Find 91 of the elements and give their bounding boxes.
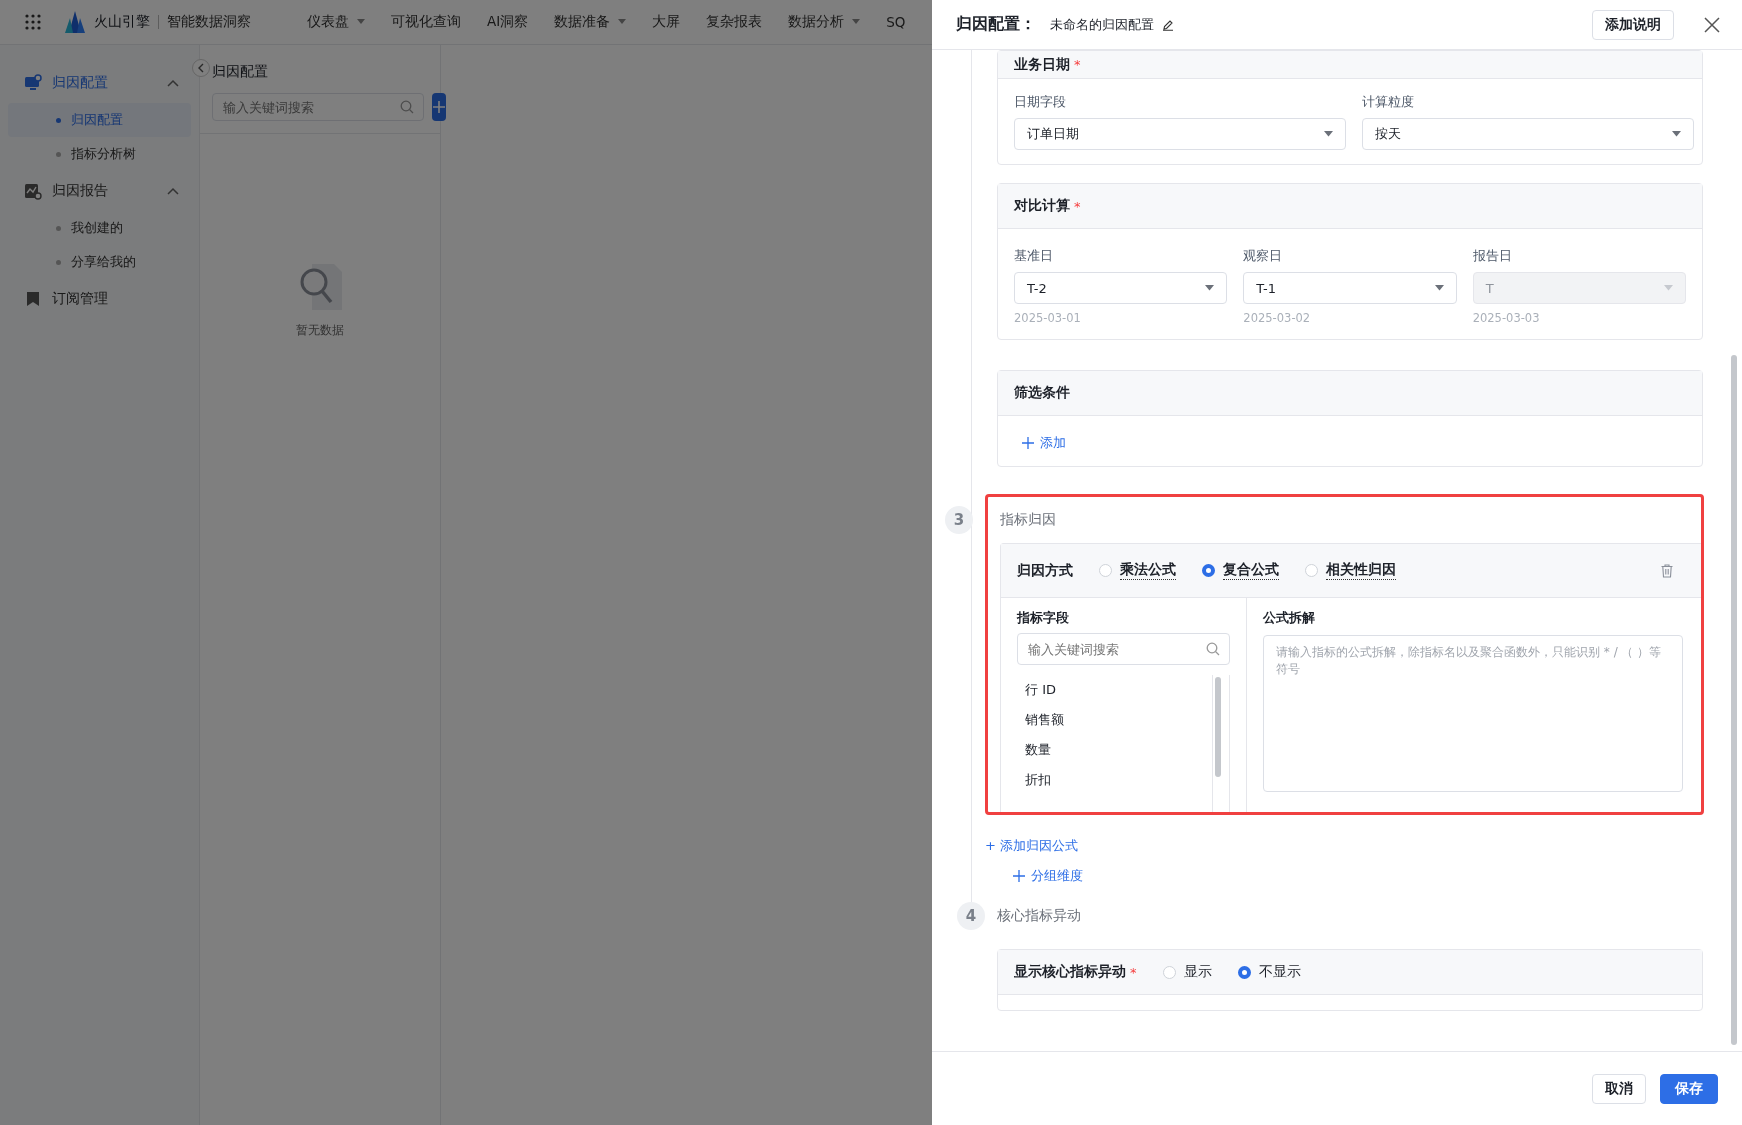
select-field: T: [1472, 272, 1686, 304]
radio-button[interactable]: [1202, 564, 1215, 577]
sidebar-group[interactable]: 订阅管理: [0, 279, 199, 319]
field-label: 基准日: [1014, 247, 1054, 265]
add-note-button[interactable]: 添加说明: [1592, 9, 1674, 40]
field-list-item[interactable]: 折扣: [1017, 765, 1212, 795]
nav-menu-item[interactable]: 数据准备: [554, 13, 627, 31]
card-title: 显示核心指标异动: [1014, 963, 1126, 981]
method-label: 归因方式: [1017, 561, 1073, 580]
column-title: 公式拆解: [1263, 610, 1316, 627]
step-title: 指标归因: [1000, 511, 1056, 529]
step-number: 4: [957, 902, 985, 930]
required-mark: *: [1074, 57, 1081, 72]
monitor-icon: [24, 74, 42, 92]
formula-input[interactable]: 请输入指标的公式拆解，除指标名以及聚合函数外，只能识别 * / （ ）等符号: [1263, 635, 1683, 792]
field-list-item[interactable]: 数量: [1017, 735, 1212, 765]
caret-icon: [1672, 131, 1681, 137]
date-hint: 2025-03-02: [1243, 311, 1312, 325]
config-name: 未命名的归因配置: [1050, 15, 1154, 34]
step-number: 3: [945, 506, 973, 534]
card-title: 对比计算: [1014, 197, 1070, 215]
drawer-title: 归因配置：: [956, 14, 1036, 35]
select-field[interactable]: 订单日期: [1014, 118, 1346, 150]
search-field[interactable]: 输入关键词搜索: [1017, 633, 1230, 665]
report-icon: [24, 182, 42, 200]
card-title: 筛选条件: [1014, 384, 1070, 402]
plus-icon: [1022, 437, 1034, 449]
logo-icon: [64, 10, 86, 34]
search-icon: [1206, 642, 1220, 656]
radio-label[interactable]: 相关性归因: [1326, 561, 1396, 580]
cancel-button[interactable]: 取消: [1592, 1073, 1646, 1104]
radio-label[interactable]: 不显示: [1258, 963, 1301, 981]
nav-menu-item[interactable]: 仪表盘: [307, 13, 365, 31]
select-field[interactable]: 按天: [1362, 118, 1694, 150]
date-hint: 2025-03-01: [1014, 311, 1082, 325]
chevron-icon: [197, 63, 205, 73]
column-title: 指标字段: [1017, 610, 1070, 627]
nav-menu-item[interactable]: 复杂报表: [706, 13, 763, 31]
add-button[interactable]: [432, 93, 446, 121]
caret-icon: [357, 19, 365, 25]
trash-icon[interactable]: [1661, 563, 1673, 578]
field-label: 报告日: [1472, 247, 1513, 265]
caret-icon: [1205, 285, 1215, 291]
required-mark: *: [1130, 964, 1137, 980]
select-field[interactable]: T-1: [1243, 272, 1457, 304]
sidebar-item[interactable]: 我创建的: [8, 211, 191, 245]
search-field[interactable]: 输入关键词搜索: [212, 93, 424, 121]
step-title: 核心指标异动: [997, 907, 1081, 925]
nav-menu-item[interactable]: 大屏: [652, 13, 681, 31]
radio-label[interactable]: 乘法公式: [1120, 561, 1176, 580]
empty-state-text: 暂无数据: [296, 322, 344, 339]
edit-icon[interactable]: [1162, 18, 1174, 31]
save-button[interactable]: 保存: [1660, 1073, 1718, 1104]
card-title: 业务日期: [1014, 55, 1070, 74]
plus-icon: [1013, 870, 1025, 882]
date-hint: 2025-03-03: [1472, 311, 1541, 325]
nav-menu-item[interactable]: 可视化查询: [391, 13, 461, 31]
bookmark-icon: [24, 290, 42, 308]
search-icon: [400, 100, 414, 114]
nav-menu-item[interactable]: AI洞察: [487, 13, 529, 31]
add-link[interactable]: 添加: [1022, 434, 1066, 452]
field-label: 日期字段: [1014, 93, 1067, 111]
sidebar-item[interactable]: 分享给我的: [8, 245, 191, 279]
caret-icon: [1434, 285, 1444, 291]
field-list-item[interactable]: 销售额: [1017, 705, 1212, 735]
product-name: 智能数据洞察: [167, 13, 251, 31]
field-list-item[interactable]: 行 ID: [1017, 675, 1212, 705]
required-mark: *: [1074, 198, 1081, 214]
radio-button[interactable]: [1237, 965, 1251, 979]
select-field[interactable]: T-2: [1014, 272, 1228, 304]
add-formula-link[interactable]: + 添加归因公式: [985, 837, 1079, 855]
scrollbar-thumb[interactable]: [1215, 677, 1221, 777]
field-label: 计算粒度: [1362, 93, 1415, 111]
nav-menu-item[interactable]: 数据分析: [788, 13, 861, 31]
group-dimension-link[interactable]: 分组维度: [1013, 867, 1083, 885]
caret-icon: [618, 19, 627, 25]
nav-menu-item[interactable]: SQ: [886, 13, 906, 31]
close-icon[interactable]: [1704, 16, 1720, 33]
caret-icon: [1324, 131, 1333, 137]
sidebar-item[interactable]: 指标分析树: [8, 137, 191, 171]
panel-title: 归因配置: [212, 63, 268, 81]
radio-label[interactable]: 复合公式: [1223, 561, 1279, 580]
app-grid-icon[interactable]: [24, 13, 42, 31]
field-label: 观察日: [1243, 247, 1284, 265]
scrollbar-thumb[interactable]: [1731, 355, 1737, 1045]
sidebar-group[interactable]: 归因报告: [0, 171, 199, 211]
brand-name: 火山引擎: [94, 13, 150, 31]
sidebar-item[interactable]: 归因配置: [8, 103, 191, 137]
caret-icon: [852, 19, 861, 25]
caret-icon: [1664, 285, 1673, 291]
radio-label[interactable]: 显示: [1183, 963, 1212, 981]
